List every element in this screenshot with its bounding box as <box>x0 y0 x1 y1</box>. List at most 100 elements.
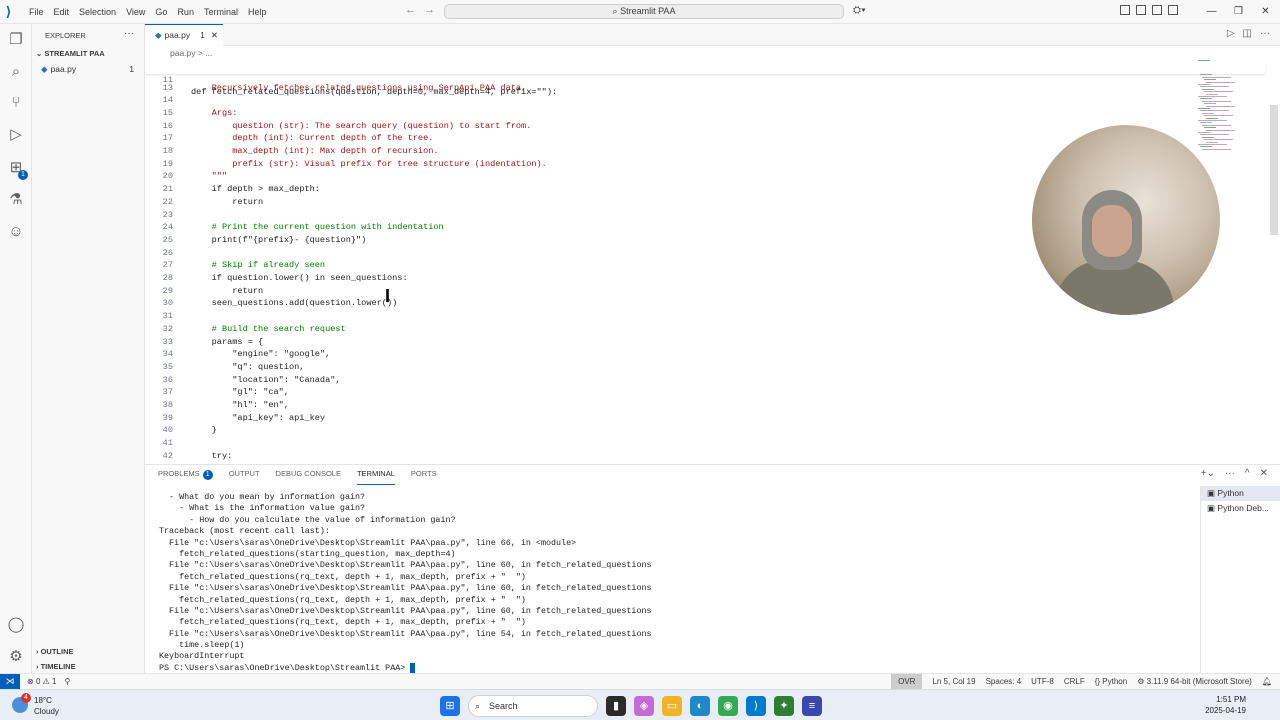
indentation[interactable]: Spaces: 4 <box>986 674 1022 689</box>
menu-help[interactable]: Help <box>243 0 272 24</box>
more-actions-icon[interactable]: ··· <box>1225 468 1235 479</box>
back-arrow-icon[interactable]: ← <box>405 4 416 16</box>
code-line[interactable]: 42 try: <box>145 450 1265 463</box>
toggle-panel-icon[interactable] <box>1152 5 1162 15</box>
breadcrumb[interactable]: paa.py > ... <box>145 46 212 60</box>
terminal-item-python-debug[interactable]: ▣ Python Deb... <box>1201 501 1280 516</box>
panel-actions: +⌄ ··· ^ ✕ <box>1201 468 1268 479</box>
account-icon[interactable]: ◯ <box>7 616 25 634</box>
maximize-panel-icon[interactable]: ^ <box>1245 468 1250 479</box>
start-icon[interactable]: ⊞ <box>440 696 460 716</box>
source-control-icon[interactable]: ⑂ <box>7 94 25 112</box>
timeline-section[interactable]: › TIMELINE <box>36 662 76 671</box>
search-icon[interactable]: ⌕ <box>7 63 25 81</box>
notifications-icon[interactable]: 🔔︎ <box>1262 674 1272 689</box>
end-of-line[interactable]: CRLF <box>1064 674 1085 689</box>
menu-file[interactable]: File <box>24 0 49 24</box>
task-view-icon[interactable]: ▮ <box>606 696 626 716</box>
editor-scrollbar[interactable] <box>1270 105 1278 235</box>
code-line[interactable]: 41 <box>145 437 1265 450</box>
copilot-app-icon[interactable]: ◈ <box>634 696 654 716</box>
code-line[interactable]: 37 "gl": "ca", <box>145 386 1265 399</box>
testing-icon[interactable]: ⚗ <box>7 191 25 209</box>
tab-problems[interactable]: PROBLEMS 1 <box>158 469 213 485</box>
remote-indicator-icon[interactable]: ⋊ <box>0 674 20 689</box>
tab-terminal[interactable]: TERMINAL <box>356 469 395 485</box>
code-text: params = { <box>191 336 264 347</box>
code-line[interactable]: 34 "engine": "google", <box>145 348 1265 361</box>
menu-edit[interactable]: Edit <box>49 0 75 24</box>
minimap[interactable] <box>1195 60 1255 155</box>
language-mode[interactable]: {} Python <box>1095 674 1127 689</box>
extensions-icon[interactable]: ⊞ 1 <box>7 159 28 180</box>
tab-debug-console[interactable]: DEBUG CONSOLE <box>276 469 341 485</box>
chrome-browser-icon[interactable]: ◉ <box>718 696 738 716</box>
toggle-secondary-sidebar-icon[interactable] <box>1168 5 1178 15</box>
sticky-scroll-line[interactable]: 11 def fetch_related_questions(question,… <box>145 61 1265 97</box>
explorer-icon[interactable]: ❐ <box>7 31 25 49</box>
code-line[interactable]: 33 params = { <box>145 336 1265 349</box>
tab-label: paa.py <box>164 30 191 40</box>
toggle-primary-sidebar-icon[interactable] <box>1136 5 1146 15</box>
forward-arrow-icon[interactable]: → <box>424 4 435 16</box>
workspace-folder[interactable]: ⌄ STREAMLIT PAA <box>36 49 105 58</box>
close-panel-icon[interactable]: ✕ <box>1260 468 1268 479</box>
edge-browser-icon[interactable]: ◐ <box>690 696 710 716</box>
code-line[interactable]: 39 "api_key": api_key <box>145 412 1265 425</box>
command-center[interactable]: ⌕ Streamlit PAA <box>444 4 844 19</box>
system-clock[interactable]: 1:51 PM 2025-04-19 <box>1205 694 1246 716</box>
problems-status[interactable]: ⊗ 0 ⚠ 1 <box>27 674 56 689</box>
file-explorer-icon[interactable]: ▭ <box>662 696 682 716</box>
line-number: 28 <box>162 273 173 283</box>
copilot-chat-icon[interactable]: ☺ <box>7 223 25 241</box>
code-line[interactable]: 40 } <box>145 424 1265 437</box>
run-debug-icon[interactable]: ▷ <box>7 126 25 144</box>
python-interpreter[interactable]: ⚙ 3.11.9 64-bit (Microsoft Store) <box>1137 674 1252 689</box>
taskbar-search[interactable]: ⌕ Search <box>468 695 598 717</box>
outline-section[interactable]: › OUTLINE <box>36 647 74 656</box>
split-editor-icon[interactable]: ◫ <box>1243 28 1252 39</box>
copilot-icon[interactable]: ⛭▾ <box>853 5 866 16</box>
toggle-sidebar-icon[interactable] <box>1120 5 1130 15</box>
encoding[interactable]: UTF-8 <box>1031 674 1054 689</box>
tab-output[interactable]: OUTPUT <box>229 469 260 485</box>
menu-run[interactable]: Run <box>172 0 199 24</box>
line-number: 21 <box>162 184 173 195</box>
restore-icon[interactable]: ❐ <box>1225 0 1252 24</box>
line-number: 22 <box>162 196 173 207</box>
terminal-item-python[interactable]: ▣ Python <box>1201 486 1280 501</box>
new-terminal-icon[interactable]: +⌄ <box>1201 468 1215 479</box>
run-file-icon[interactable]: ▷ <box>1227 28 1235 39</box>
close-icon[interactable]: ✕ <box>1252 0 1279 24</box>
more-actions-icon[interactable]: ··· <box>1260 28 1270 39</box>
terminal-cursor <box>410 662 416 673</box>
code-text: # Build the search request <box>191 323 346 334</box>
minimap-line <box>1202 136 1214 138</box>
code-line[interactable]: 36 "location": "Canada", <box>145 374 1265 387</box>
code-line[interactable]: 15 Args: <box>145 107 1265 120</box>
file-item-paa[interactable]: ◆ paa.py 1 <box>32 62 144 76</box>
code-line[interactable]: 35 "q": question, <box>145 361 1265 374</box>
menu-terminal[interactable]: Terminal <box>199 0 243 24</box>
code-line[interactable]: 38 "hl": "en", <box>145 399 1265 412</box>
minimize-icon[interactable]: — <box>1198 0 1225 24</box>
code-text: max_depth (int): Max depth of recursion. <box>191 146 439 156</box>
menu-go[interactable]: Go <box>150 0 172 24</box>
app-icon[interactable]: ✦ <box>774 696 794 716</box>
ports-icon[interactable]: ⚲ <box>64 674 70 689</box>
terminal-output[interactable]: - What do you mean by information gain? … <box>159 492 1199 674</box>
notepad-icon[interactable]: ≡ <box>802 696 822 716</box>
more-actions-icon[interactable]: ··· <box>124 28 134 39</box>
tab-ports[interactable]: PORTS <box>411 469 437 485</box>
vscode-app-icon[interactable]: ⟩ <box>746 696 766 716</box>
windows-taskbar: 4 18°C Cloudy ⊞ ⌕ Search ▮ ◈ ▭ ◐ ◉ ⟩ ✦ ≡ … <box>0 689 1280 720</box>
close-tab-icon[interactable]: ✕ <box>211 30 218 40</box>
tab-paa-py[interactable]: ◆ paa.py 1 ✕ <box>145 24 223 46</box>
code-line[interactable]: 32 # Build the search request <box>145 323 1265 336</box>
cursor-position[interactable]: Ln 5, Col 19 <box>932 674 975 689</box>
menu-selection[interactable]: Selection <box>74 0 121 24</box>
overtype-indicator[interactable]: OVR <box>891 674 923 689</box>
settings-gear-icon[interactable]: ⚙ <box>7 648 25 666</box>
minimap-line <box>1200 146 1212 148</box>
menu-view[interactable]: View <box>121 0 150 24</box>
